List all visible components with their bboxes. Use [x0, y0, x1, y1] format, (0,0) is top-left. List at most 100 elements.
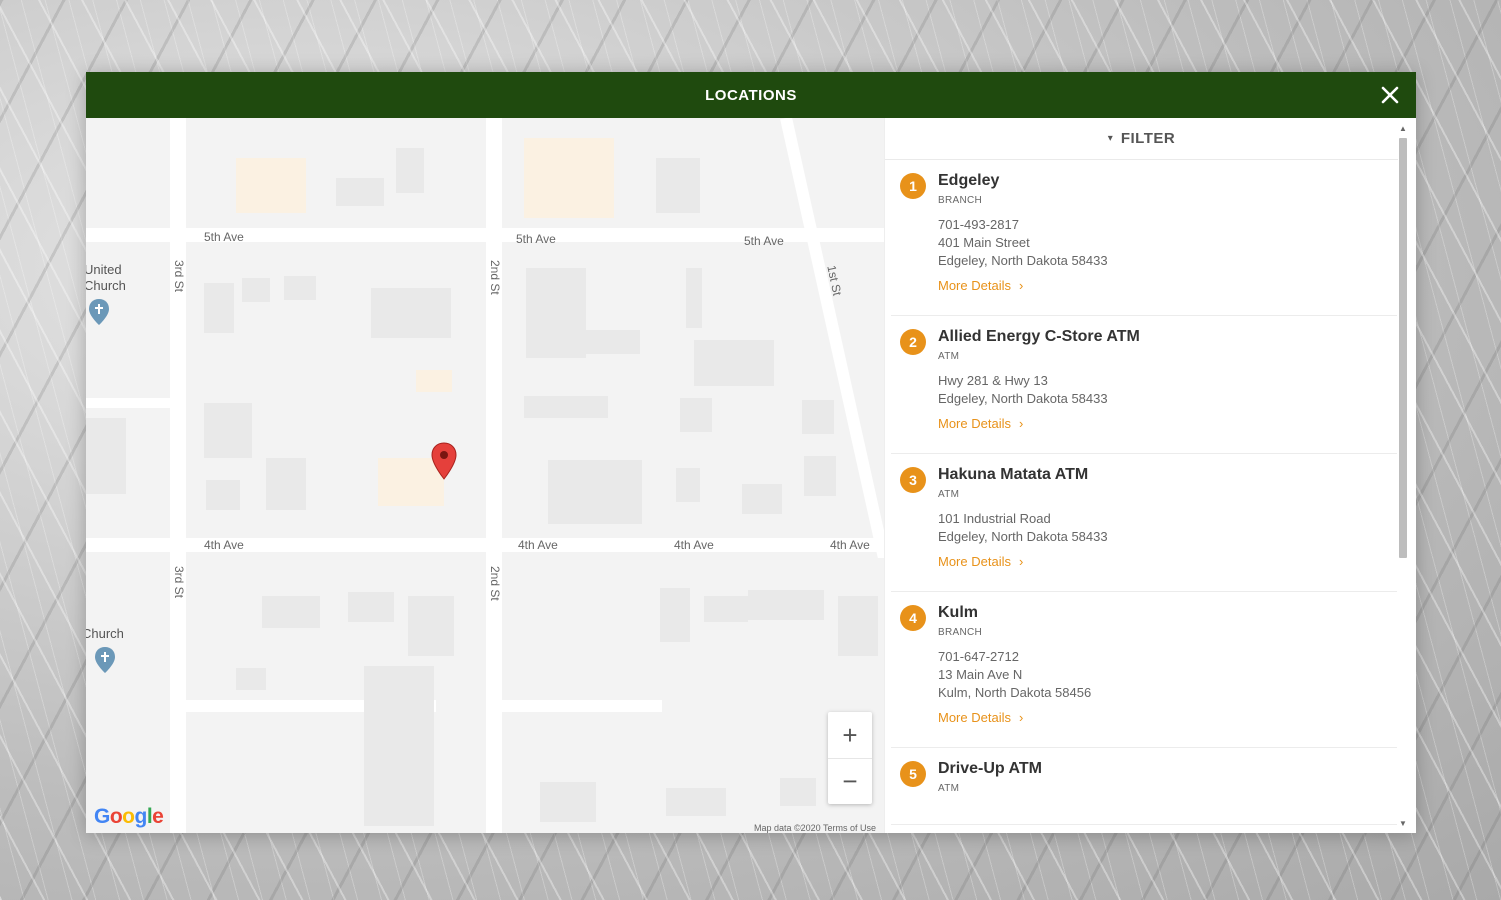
scrollbar[interactable]: ▲ ▼	[1398, 124, 1408, 829]
street-label: 4th Ave	[674, 538, 714, 552]
building	[284, 276, 316, 300]
building	[348, 592, 394, 622]
location-number-badge: 2	[900, 329, 926, 355]
location-name: Allied Energy C-Store ATM	[938, 328, 1140, 345]
locations-panel: ▾ FILTER 1 Edgeley BRANCH 701-493-2817 4…	[884, 118, 1416, 833]
street-label: 3rd St	[172, 566, 186, 599]
location-item[interactable]: 2 Allied Energy C-Store ATM ATM Hwy 281 …	[891, 316, 1397, 454]
location-type: BRANCH	[938, 195, 983, 206]
zoom-out-button[interactable]: −	[828, 758, 872, 804]
more-details-link[interactable]: More Details ›	[938, 554, 1023, 569]
filter-label: FILTER	[1120, 130, 1176, 147]
chevron-down-icon: ▾	[1107, 133, 1113, 144]
close-button[interactable]	[1376, 81, 1404, 109]
location-address: 101 Industrial Road	[938, 511, 1051, 526]
locations-modal: LOCATIONS 5th Ave 5th Ave 5th Ave 4th Av…	[86, 72, 1416, 833]
zoom-control: + −	[828, 712, 872, 804]
location-item[interactable]: 1 Edgeley BRANCH 701-493-2817 401 Main S…	[891, 160, 1397, 316]
road-minor	[86, 398, 170, 408]
more-details-link[interactable]: More Details ›	[938, 278, 1023, 293]
location-name: Edgeley	[938, 172, 1000, 189]
modal-title: LOCATIONS	[705, 86, 797, 104]
location-city: Edgeley, North Dakota 58433	[938, 391, 1108, 406]
building	[524, 396, 608, 418]
location-address: 13 Main Ave N	[938, 667, 1023, 682]
more-details-label: More Details	[938, 416, 1011, 431]
scroll-thumb[interactable]	[1399, 138, 1407, 558]
scroll-down-icon[interactable]: ▼	[1398, 819, 1408, 829]
location-number-badge: 5	[900, 761, 926, 787]
location-item[interactable]: 3 Hakuna Matata ATM ATM 101 Industrial R…	[891, 454, 1397, 592]
street-label: 4th Ave	[518, 538, 558, 552]
more-details-link[interactable]: More Details ›	[938, 416, 1023, 431]
more-details-label: More Details	[938, 710, 1011, 725]
location-item[interactable]: 5 Drive-Up ATM ATM	[891, 748, 1397, 825]
building	[262, 596, 320, 628]
location-phone: 701-493-2817	[938, 217, 1019, 232]
street-label: 5th Ave	[204, 230, 244, 244]
building	[656, 158, 700, 213]
chevron-right-icon: ›	[1018, 278, 1024, 293]
building	[742, 484, 782, 514]
building	[86, 418, 126, 494]
street-label: 2nd St	[488, 566, 502, 601]
scroll-up-icon[interactable]: ▲	[1398, 124, 1408, 134]
location-type: BRANCH	[938, 627, 983, 638]
street-label: 4th Ave	[830, 538, 870, 552]
poi-label-line: Church	[86, 278, 126, 293]
building	[526, 268, 586, 358]
building	[666, 788, 726, 816]
google-logo[interactable]: Google	[94, 805, 164, 829]
location-address: 401 Main Street	[938, 235, 1030, 250]
location-city: Edgeley, North Dakota 58433	[938, 253, 1108, 268]
road-2nd-st	[486, 118, 502, 833]
location-number-badge: 4	[900, 605, 926, 631]
location-type: ATM	[938, 489, 960, 500]
street-label: 5th Ave	[744, 234, 784, 248]
more-details-link[interactable]: More Details ›	[938, 710, 1023, 725]
church-pin-icon[interactable]	[94, 646, 116, 674]
building	[548, 460, 642, 524]
church-pin-icon[interactable]	[88, 298, 110, 326]
locations-list: 1 Edgeley BRANCH 701-493-2817 401 Main S…	[885, 160, 1397, 833]
location-type: ATM	[938, 351, 960, 362]
more-details-label: More Details	[938, 554, 1011, 569]
poi-label-line: United	[86, 262, 122, 277]
map[interactable]: 5th Ave 5th Ave 5th Ave 4th Ave 4th Ave …	[86, 118, 884, 833]
location-city: Edgeley, North Dakota 58433	[938, 529, 1108, 544]
street-label: 2nd St	[488, 260, 502, 295]
building	[416, 370, 452, 392]
location-city: Kulm, North Dakota 58456	[938, 685, 1092, 700]
building	[540, 782, 596, 822]
location-item[interactable]: 4 Kulm BRANCH 701-647-2712 13 Main Ave N…	[891, 592, 1397, 748]
location-number-badge: 1	[900, 173, 926, 199]
location-number-badge: 3	[900, 467, 926, 493]
chevron-right-icon: ›	[1018, 554, 1024, 569]
zoom-in-button[interactable]: +	[828, 712, 872, 758]
building	[396, 148, 424, 193]
filter-toggle[interactable]: ▾ FILTER	[885, 118, 1398, 160]
building	[336, 178, 384, 206]
location-name: Drive-Up ATM	[938, 760, 1042, 777]
modal-header: LOCATIONS	[86, 72, 1416, 118]
chevron-right-icon: ›	[1018, 710, 1024, 725]
building	[748, 590, 824, 620]
location-name: Kulm	[938, 604, 978, 621]
chevron-right-icon: ›	[1018, 416, 1024, 431]
building	[694, 340, 774, 386]
building	[676, 468, 700, 502]
poi-label: Church	[86, 626, 124, 641]
building	[838, 596, 878, 656]
poi-label: United Church	[86, 262, 126, 294]
map-marker-icon[interactable]	[431, 442, 457, 480]
building	[780, 778, 816, 806]
close-icon	[1381, 86, 1399, 104]
street-label: 4th Ave	[204, 538, 244, 552]
building	[236, 158, 306, 213]
building	[804, 456, 836, 496]
map-attribution[interactable]: Map data ©2020 Terms of Use	[754, 823, 876, 833]
more-details-label: More Details	[938, 278, 1011, 293]
location-address: Hwy 281 & Hwy 13	[938, 373, 1048, 388]
building	[204, 283, 234, 333]
building	[242, 278, 270, 302]
